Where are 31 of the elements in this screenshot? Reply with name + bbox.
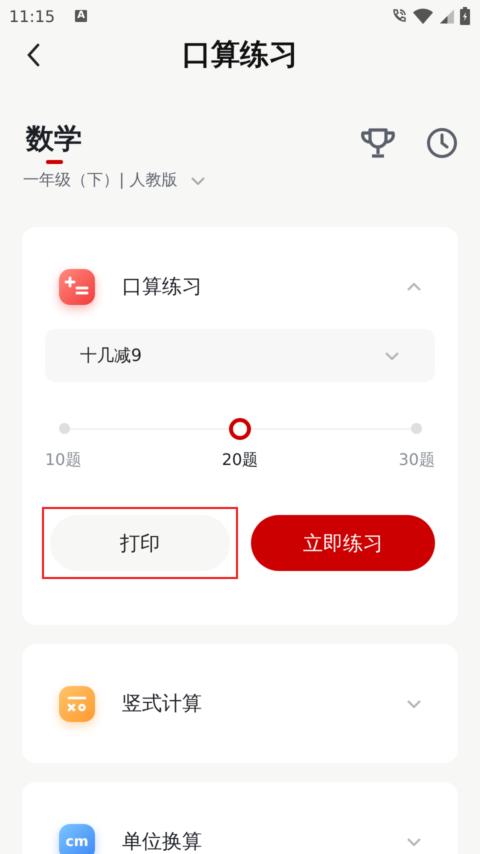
chevron-down-icon[interactable] — [407, 700, 421, 708]
question-count-label[interactable]: 20题 — [222, 450, 258, 471]
page-title: 口算练习 — [182, 36, 298, 73]
section-icon: cm — [59, 824, 95, 854]
section-title[interactable]: 竖式计算 — [122, 690, 202, 717]
trophy-icon[interactable] — [360, 127, 396, 159]
chevron-down-icon[interactable] — [385, 352, 399, 360]
chevron-up-icon[interactable] — [407, 282, 421, 290]
section-icon — [59, 268, 95, 304]
slider-thumb[interactable] — [229, 418, 251, 440]
section-icon — [59, 686, 95, 722]
call-icon — [391, 8, 407, 24]
battery-icon — [460, 7, 470, 25]
subject-title: 数学 — [26, 122, 82, 156]
back-icon[interactable] — [26, 43, 40, 67]
practice-button[interactable]: 立即练习 — [251, 515, 435, 571]
notification-icon: A — [75, 10, 88, 22]
signal-icon — [439, 8, 454, 24]
section-title[interactable]: 口算练习 — [122, 273, 202, 300]
print-button[interactable]: 打印 — [50, 515, 230, 571]
slider-stop-dot[interactable] — [59, 423, 70, 434]
wifi-icon — [413, 8, 433, 24]
section-title[interactable]: 单位换算 — [122, 828, 202, 854]
topic-dropdown[interactable]: 十几减9 — [45, 329, 435, 382]
status-time: 11:15 — [9, 6, 56, 26]
chevron-down-icon[interactable] — [407, 838, 421, 846]
title-underline — [46, 160, 62, 164]
slider-stop-dot[interactable] — [411, 423, 422, 434]
history-icon[interactable] — [426, 127, 458, 159]
chevron-down-icon[interactable] — [191, 176, 206, 184]
grade-selector[interactable]: 一年级（下）| 人教版 — [23, 170, 178, 191]
